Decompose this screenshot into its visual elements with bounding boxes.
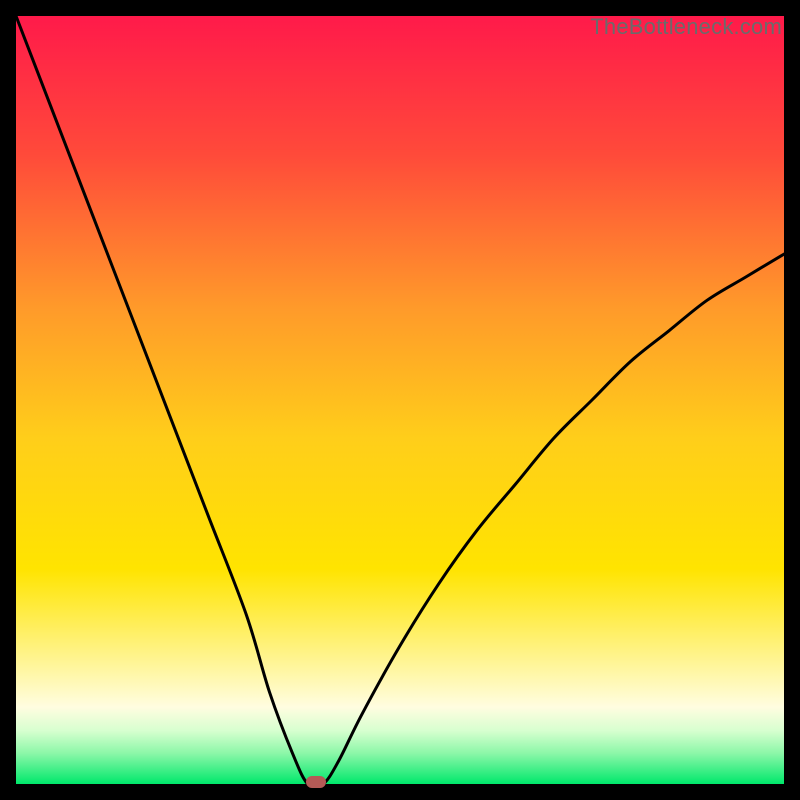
gradient-background xyxy=(16,16,784,784)
optimal-marker xyxy=(306,776,326,788)
watermark-text: TheBottleneck.com xyxy=(590,14,782,40)
chart-frame: TheBottleneck.com xyxy=(16,16,784,784)
bottleneck-plot xyxy=(16,16,784,784)
